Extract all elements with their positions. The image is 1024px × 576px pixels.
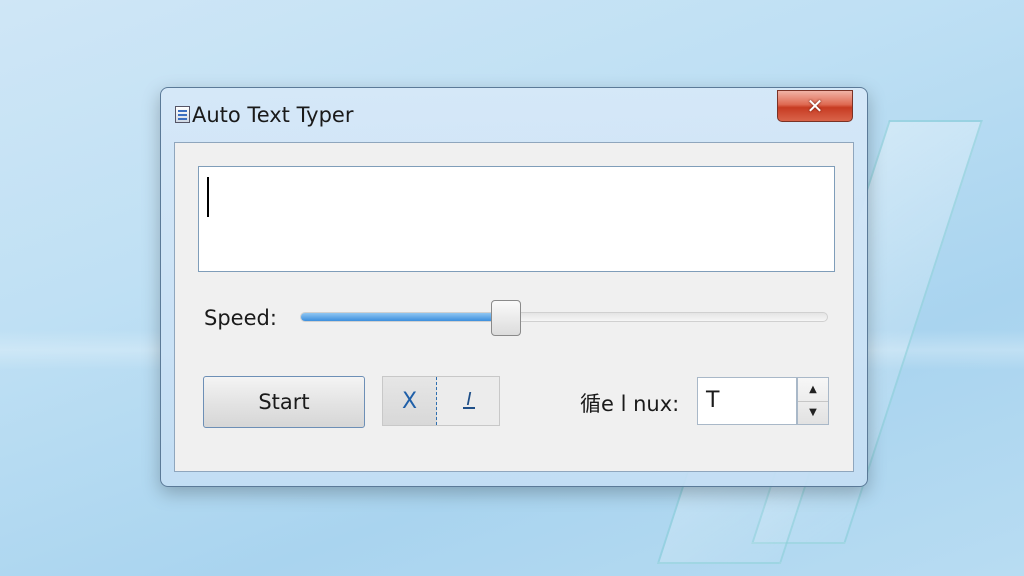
italic-icon: I: [463, 391, 475, 409]
speed-label: Speed:: [204, 306, 277, 330]
hourglass-toggle[interactable]: X: [383, 377, 437, 425]
text-caret: [207, 177, 209, 217]
window-title: Auto Text Typer: [192, 103, 354, 127]
client-area: Speed: Start X I 循e l nux: T ▲ ▼: [174, 142, 854, 472]
title-bar[interactable]: Auto Text Typer ✕: [161, 88, 867, 140]
text-input[interactable]: [198, 166, 835, 272]
speed-slider-thumb[interactable]: [491, 300, 522, 336]
close-button[interactable]: ✕: [777, 90, 853, 122]
desktop-background: Auto Text Typer ✕ Speed: Start X I 循e l …: [0, 0, 1024, 576]
spin-field-label: 循e l nux:: [580, 392, 680, 416]
speed-slider[interactable]: [300, 300, 828, 336]
start-button[interactable]: Start: [203, 376, 365, 428]
spin-buttons: ▲ ▼: [797, 377, 829, 425]
app-icon: [175, 106, 190, 123]
italic-toggle[interactable]: I: [439, 377, 499, 425]
speed-slider-fill: [301, 313, 507, 321]
spin-input[interactable]: T: [697, 377, 797, 425]
mode-toggle-group: X I: [382, 376, 500, 426]
close-icon: ✕: [806, 94, 824, 118]
hourglass-icon: X: [401, 388, 418, 414]
spin-down-button[interactable]: ▼: [798, 401, 828, 424]
app-window: Auto Text Typer ✕ Speed: Start X I 循e l …: [160, 87, 868, 487]
spin-up-button[interactable]: ▲: [798, 378, 828, 402]
